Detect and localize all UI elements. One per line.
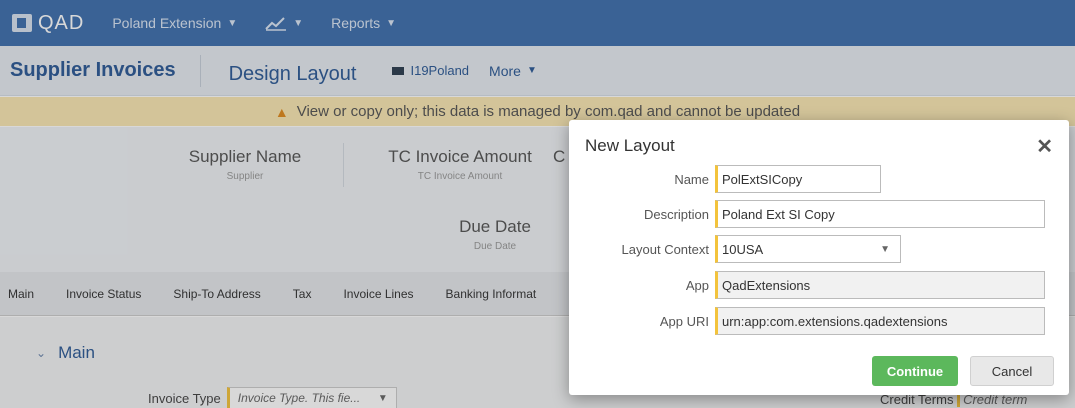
layout-context-row: Layout Context 10USA ▼: [569, 235, 901, 263]
name-label: Name: [674, 171, 709, 187]
name-row: Name PolExtSICopy: [569, 165, 881, 193]
dialog-title: New Layout: [585, 136, 675, 155]
name-input[interactable]: PolExtSICopy: [715, 165, 881, 193]
layout-context-select[interactable]: 10USA ▼: [715, 235, 901, 263]
layout-context-label: Layout Context: [621, 241, 709, 257]
description-label: Description: [643, 206, 709, 222]
app-label: App: [685, 277, 709, 293]
continue-button[interactable]: Continue: [872, 356, 958, 386]
description-input[interactable]: Poland Ext SI Copy: [715, 200, 1045, 228]
app-uri-row: App URI urn:app:com.extensions.qadextens…: [569, 307, 1045, 335]
cancel-button[interactable]: Cancel: [970, 356, 1054, 386]
app-uri-field: urn:app:com.extensions.qadextensions: [715, 307, 1045, 335]
caret-down-icon: ▼: [880, 243, 890, 255]
new-layout-dialog: New Layout ✕ Name PolExtSICopy Descripti…: [569, 120, 1069, 395]
close-icon[interactable]: ✕: [1036, 134, 1053, 159]
app-row: App QadExtensions: [569, 271, 1045, 299]
description-row: Description Poland Ext SI Copy: [569, 200, 1045, 228]
layout-context-value: 10USA: [722, 241, 764, 257]
app-uri-label: App URI: [659, 313, 709, 329]
app-field: QadExtensions: [715, 271, 1045, 299]
